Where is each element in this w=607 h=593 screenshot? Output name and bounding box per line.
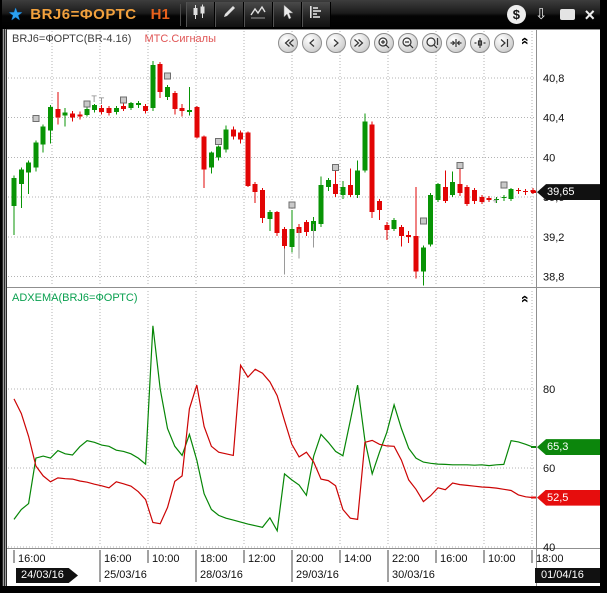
draw-tools-button[interactable]: [215, 2, 244, 27]
panel-splitter[interactable]: [2, 285, 600, 290]
cursor-mode-button[interactable]: [273, 2, 302, 27]
cursor-arrow-icon: [279, 4, 295, 25]
candle-plot-area[interactable]: [8, 30, 536, 286]
panel-grip[interactable]: [2, 29, 7, 586]
toolbar-divider: [180, 4, 181, 26]
titlebar[interactable]: ★ BRJ6=ФОРТС H1 $ ⇩ ×: [2, 0, 600, 29]
download-data-button[interactable]: ⇩: [535, 0, 548, 29]
currency-mode-button[interactable]: $: [507, 5, 526, 24]
restore-window-button[interactable]: [560, 9, 575, 20]
histogram-bars-icon: [308, 4, 324, 25]
indicator-icon: [249, 4, 267, 25]
window-title-timeframe: H1: [151, 6, 170, 23]
window-title-symbol: BRJ6=ФОРТС: [30, 6, 136, 23]
chart-style-button[interactable]: [186, 2, 215, 27]
favorite-star-icon: ★: [8, 5, 23, 25]
chart-area: ТТ+40,840,44039,639,238,880604016:0016:0…: [2, 29, 600, 586]
indicators-button[interactable]: [244, 2, 273, 27]
candlestick-icon: [191, 4, 209, 25]
histogram-panel-button[interactable]: [302, 2, 331, 27]
close-window-button[interactable]: ×: [584, 2, 595, 28]
terminal-window: ★ BRJ6=ФОРТС H1 $ ⇩ × ТТ+40,840,44039,63…: [2, 0, 600, 586]
pencil-icon: [221, 4, 237, 25]
time-axis[interactable]: [2, 549, 600, 586]
indicator-plot-area[interactable]: [8, 290, 536, 547]
